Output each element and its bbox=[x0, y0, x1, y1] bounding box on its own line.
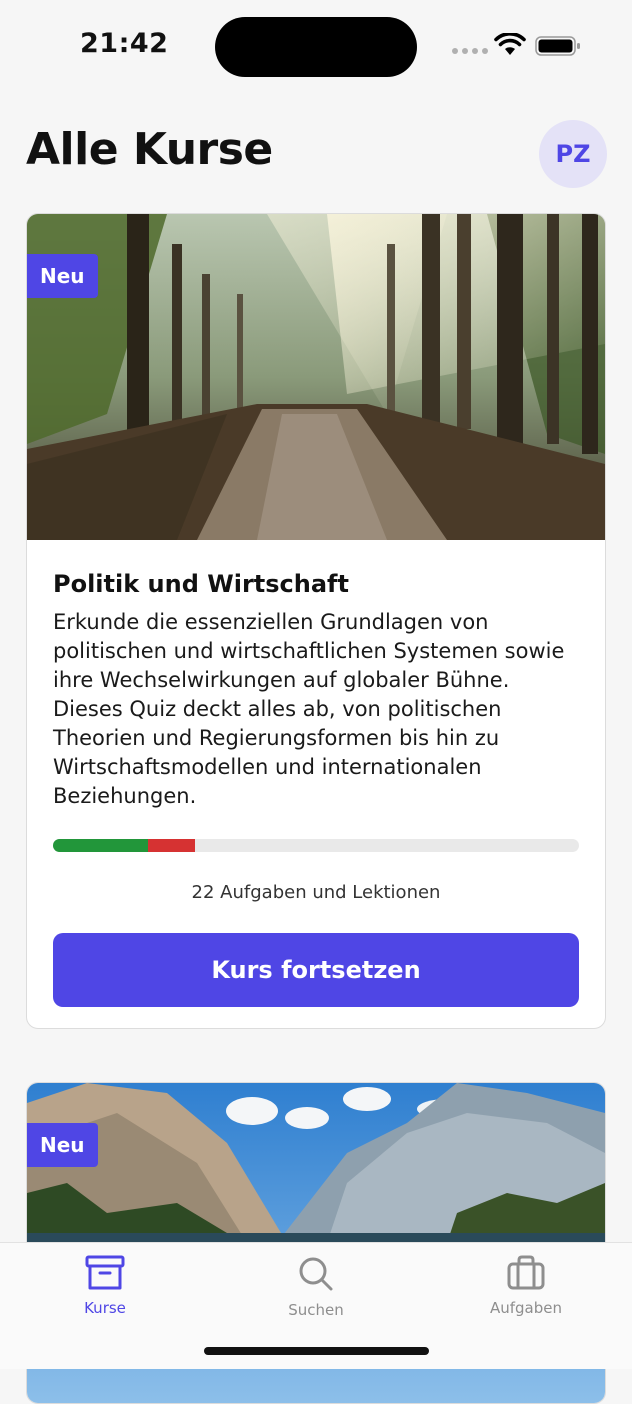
wifi-icon bbox=[494, 33, 526, 55]
dynamic-island bbox=[215, 17, 417, 77]
progress-correct-segment bbox=[53, 839, 148, 852]
tab-label: Aufgaben bbox=[489, 1299, 563, 1317]
task-count: 22 Aufgaben und Lektionen bbox=[191, 882, 441, 903]
course-card[interactable]: Neu Politik und Wirtschaft Erkunde die e… bbox=[26, 213, 606, 1029]
course-progress-bar bbox=[53, 839, 579, 852]
home-indicator bbox=[204, 1347, 429, 1355]
tab-suchen[interactable]: Suchen bbox=[236, 1255, 396, 1319]
archive-box-icon bbox=[85, 1255, 125, 1290]
course-image-forest: Neu bbox=[27, 214, 605, 540]
course-title: Politik und Wirtschaft bbox=[53, 570, 349, 598]
continue-course-button[interactable]: Kurs fortsetzen bbox=[53, 933, 579, 1007]
cellular-signal-icon bbox=[452, 48, 488, 54]
course-description: Erkunde die essenziellen Grundlagen von … bbox=[53, 610, 565, 808]
new-badge: Neu bbox=[27, 1123, 98, 1167]
status-time: 21:42 bbox=[80, 28, 169, 59]
tab-aufgaben[interactable]: Aufgaben bbox=[446, 1255, 606, 1317]
battery-icon bbox=[535, 36, 580, 56]
profile-avatar[interactable]: PZ bbox=[539, 120, 607, 188]
page-title: Alle Kurse bbox=[26, 124, 273, 175]
status-bar: 21:42 bbox=[0, 0, 632, 90]
briefcase-icon bbox=[507, 1255, 545, 1290]
tab-label: Kurse bbox=[84, 1299, 126, 1317]
search-icon bbox=[299, 1257, 333, 1291]
new-badge: Neu bbox=[27, 254, 98, 298]
tab-label: Suchen bbox=[288, 1301, 344, 1319]
progress-incorrect-segment bbox=[147, 839, 195, 852]
tab-kurse[interactable]: Kurse bbox=[25, 1255, 185, 1317]
